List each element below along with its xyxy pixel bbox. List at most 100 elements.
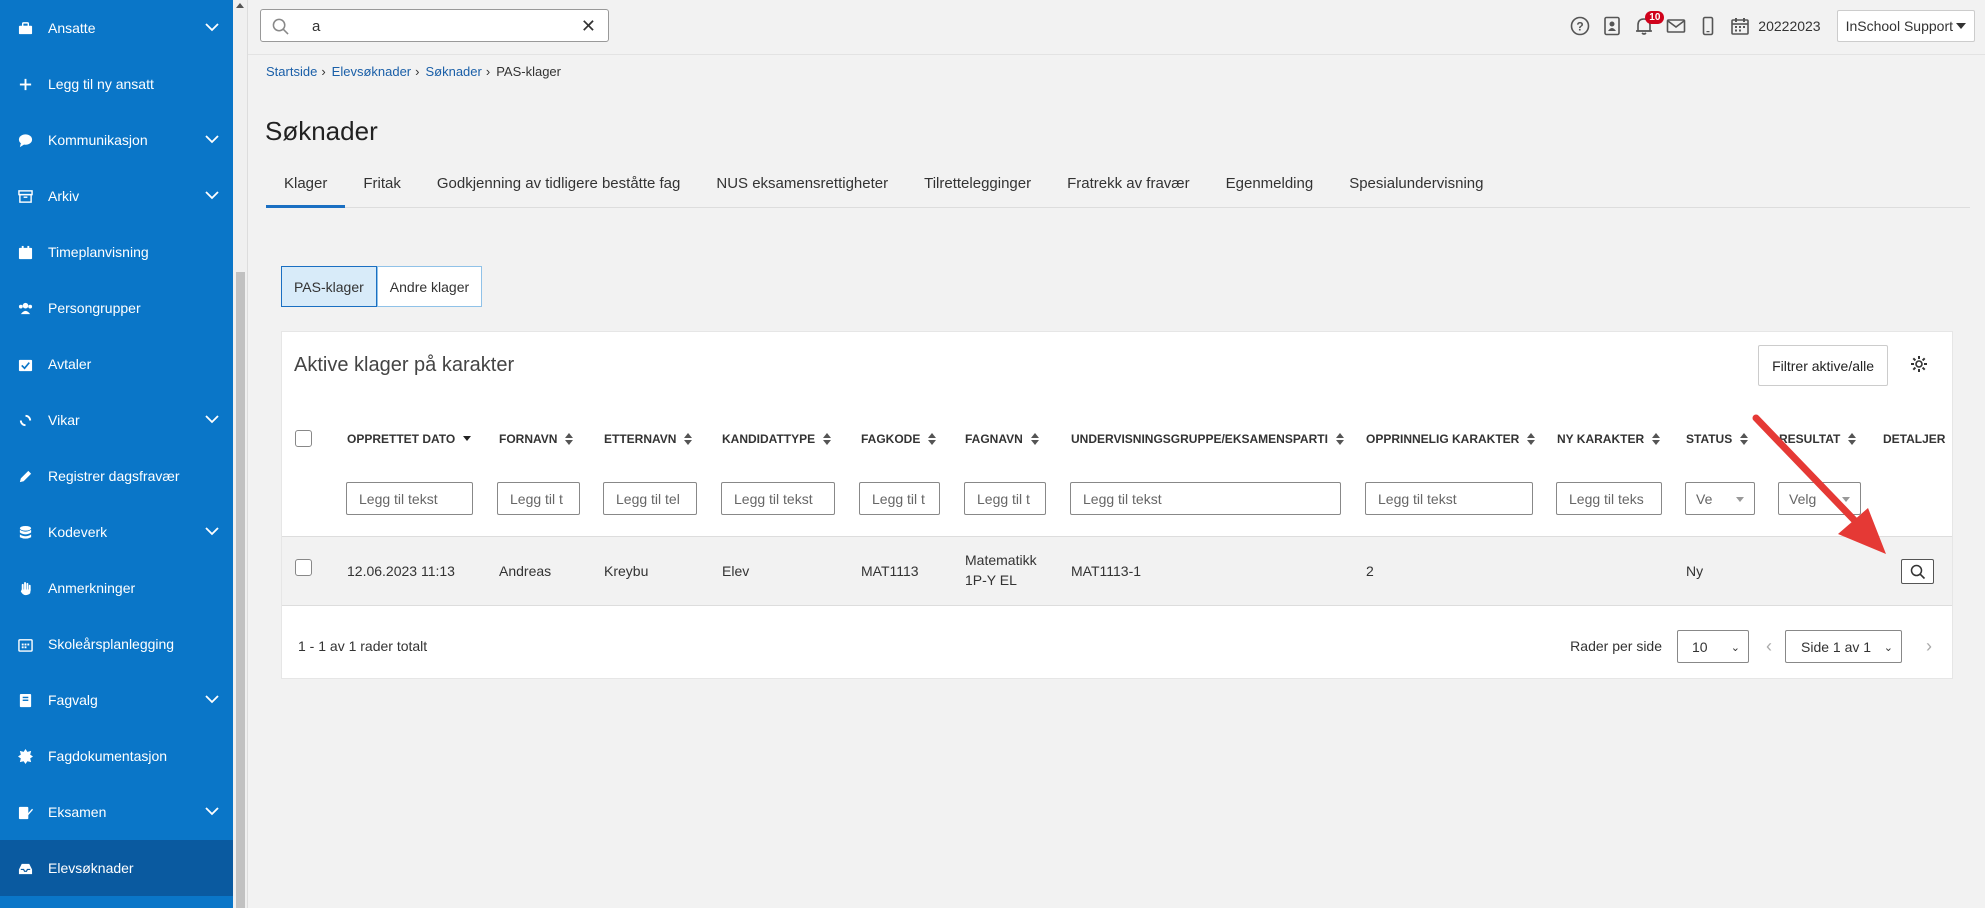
col-fornavn[interactable]: Fornavn [499,432,574,446]
col-label: Etternavn [604,432,677,446]
breadcrumb-elevsoknader[interactable]: Elevsøknader [332,64,411,79]
filter-fornavn-input[interactable]: Legg til t [497,482,580,515]
sidebar-item-label: Arkiv [48,188,80,204]
sidebar-item-kommunikasjon[interactable]: Kommunikasjon [0,112,233,168]
col-opprettet-dato[interactable]: Opprettet dato [347,432,472,446]
calendar-check-icon [16,355,34,373]
col-label: Fagkode [861,432,921,446]
mail-icon[interactable] [1660,10,1692,42]
sort-icon [1335,433,1344,445]
sidebar-item-persongrupper[interactable]: Persongrupper [0,280,233,336]
sidebar-item-avtaler[interactable]: Avtaler [0,336,233,392]
tab-egenmelding[interactable]: Egenmelding [1208,168,1332,208]
pas-klager-button[interactable]: PAS-klager [281,266,377,307]
sidebar-item-fagdokumentasjon[interactable]: Fagdokumentasjon [0,728,233,784]
col-resultat[interactable]: Resultat [1779,432,1857,446]
briefcase-icon [16,19,34,37]
sort-icon [1740,433,1749,445]
col-ny-karakter[interactable]: Ny karakter [1557,432,1661,446]
chevron-down-icon: ⌄ [1883,642,1893,654]
bell-icon[interactable]: 10 [1628,10,1665,42]
sidebar-item-label: Timeplanvisning [48,244,149,260]
scrollbar-thumb[interactable] [236,272,245,908]
sidebar-item-kodeverk[interactable]: Kodeverk [0,504,233,560]
rows-per-page-select[interactable]: 10 ⌄ [1677,630,1749,663]
sidebar: Ansatte Legg til ny ansatt Kommunikasjon… [0,0,233,908]
filter-opprettet-input[interactable]: Legg til tekst [346,482,473,515]
sidebar-item-ansatte[interactable]: Ansatte [0,0,233,56]
sort-icon [684,433,693,445]
col-status[interactable]: Status [1686,432,1749,446]
filter-opprinnelig-input[interactable]: Legg til tekst [1365,482,1533,515]
filter-resultat-select[interactable]: Velg [1778,482,1861,515]
filter-ny-karakter-input[interactable]: Legg til teks [1556,482,1662,515]
col-label: Fornavn [499,432,558,446]
mobile-phone-icon[interactable] [1692,10,1724,42]
row-checkbox[interactable] [295,559,312,576]
tab-klager[interactable]: Klager [266,168,346,208]
col-fagnavn[interactable]: Fagnavn [965,432,1039,446]
col-label: Resultat [1779,432,1841,446]
sidebar-item-eksamen[interactable]: Eksamen [0,784,233,840]
filter-kandidattype-input[interactable]: Legg til tekst [721,482,835,515]
sidebar-item-label: Fagvalg [48,692,98,708]
tab-nus[interactable]: NUS eksamensrettigheter [698,168,906,208]
row-count-text: 1 - 1 av 1 rader totalt [298,638,428,654]
scroll-up-arrow-icon[interactable] [236,3,244,8]
col-etternavn[interactable]: Etternavn [604,432,693,446]
chevron-down-icon [205,695,219,704]
tab-tilrettelegginger[interactable]: Tilrettelegginger [906,168,1049,208]
filter-fagkode-input[interactable]: Legg til t [859,482,940,515]
help-icon[interactable]: ? [1564,10,1596,42]
filter-gruppe-input[interactable]: Legg til tekst [1070,482,1341,515]
col-label: Detaljer [1883,432,1946,446]
breadcrumb-soknader[interactable]: Søknader [425,64,481,79]
breadcrumb: Startside › Elevsøknader › Søknader › PAS-k… [266,64,561,79]
user-menu[interactable]: InSchool Support [1836,10,1975,42]
sidebar-item-timeplanvisning[interactable]: Timeplanvisning [0,224,233,280]
page-select[interactable]: Side 1 av 1 ⌄ [1785,630,1902,663]
user-menu-label: InSchool Support [1845,18,1953,34]
sidebar-scrollbar[interactable] [233,0,248,908]
next-page-icon[interactable]: › [1926,636,1932,657]
table-row[interactable]: 12.06.2023 11:13 Andreas Kreybu Elev MAT… [282,536,1952,606]
sort-icon [928,433,937,445]
col-opprinnelig-karakter[interactable]: Opprinnelig karakter [1366,432,1536,446]
breadcrumb-startside[interactable]: Startside [266,64,317,79]
sidebar-item-anmerkninger[interactable]: Anmerkninger [0,560,233,616]
sidebar-item-registrer-dagsfravaer[interactable]: Registrer dagsfravær [0,448,233,504]
sidebar-item-label: Ansatte [48,20,96,36]
filter-active-all-button[interactable]: Filtrer aktive/alle [1758,345,1888,386]
col-undervisningsgruppe[interactable]: Undervisningsgruppe/eksamensparti [1071,432,1344,446]
filter-etternavn-input[interactable]: Legg til tel [603,482,697,515]
search-value: a [312,18,321,35]
tab-fritak[interactable]: Fritak [345,168,419,208]
sidebar-item-skolearsplanlegging[interactable]: Skoleårsplanlegging [0,616,233,672]
sidebar-item-fagvalg[interactable]: Fagvalg [0,672,233,728]
search-input[interactable]: a ✕ [260,9,609,42]
gear-icon[interactable] [1910,355,1928,373]
sidebar-item-elevsoknader[interactable]: Elevsøknader [0,840,233,896]
andre-klager-button[interactable]: Andre klager [376,266,483,307]
sidebar-item-vikar[interactable]: Vikar [0,392,233,448]
rows-per-page-value: 10 [1692,638,1708,655]
previous-page-icon[interactable]: ‹ [1766,636,1772,657]
filter-fagnavn-input[interactable]: Legg til t [964,482,1046,515]
calendar-icon[interactable] [1724,10,1756,42]
filter-status-select[interactable]: Ve [1685,482,1755,515]
sidebar-item-legg-til-ny-ansatt[interactable]: Legg til ny ansatt [0,56,233,112]
school-year[interactable]: 20222023 [1758,18,1820,34]
select-all-checkbox[interactable] [295,430,312,447]
tab-godkjenning[interactable]: Godkjenning av tidligere beståtte fag [419,168,699,208]
sort-icon [1527,433,1536,445]
tab-fratrekk[interactable]: Fratrekk av fravær [1049,168,1208,208]
sidebar-item-arkiv[interactable]: Arkiv [0,168,233,224]
pencil-icon [16,467,34,485]
details-button[interactable] [1901,559,1934,584]
col-kandidattype[interactable]: Kandidattype [722,432,832,446]
col-fagkode[interactable]: Fagkode [861,432,937,446]
contact-card-icon[interactable] [1596,10,1628,42]
col-label: Kandidattype [722,432,816,446]
close-icon[interactable]: ✕ [581,16,596,37]
tab-spesialundervisning[interactable]: Spesialundervisning [1331,168,1501,208]
